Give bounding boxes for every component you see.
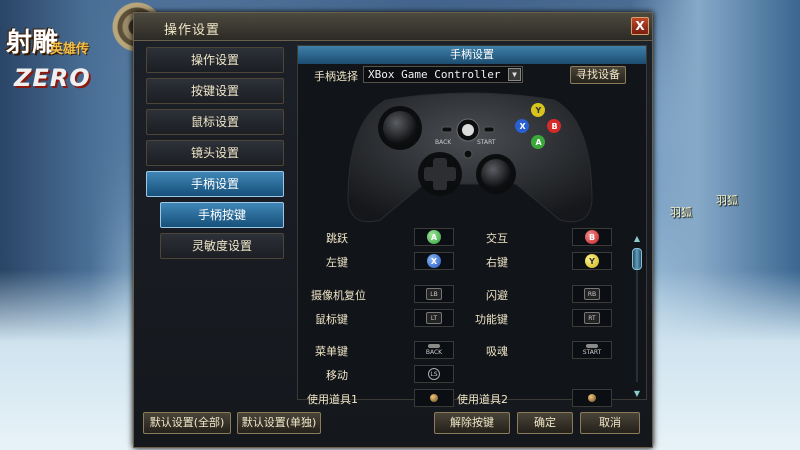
mapping-key-slot[interactable]: START [572, 341, 612, 359]
ok-button[interactable]: 确定 [517, 412, 573, 434]
mapping-label: 功能键 [475, 313, 508, 326]
sidebar-item-operation[interactable]: 操作设置 [146, 47, 284, 73]
scroll-down-icon[interactable]: ▼ [631, 389, 643, 399]
rb-trigger-icon: RB [584, 288, 600, 300]
close-button[interactable]: X [631, 17, 649, 35]
mapping-key-slot[interactable]: RT [572, 309, 612, 327]
y-button-icon: Y [585, 254, 599, 268]
chevron-down-icon[interactable]: ▼ [508, 68, 521, 81]
settings-sidebar: 操作设置 按键设置 鼠标设置 镜头设置 手柄设置 手柄按键 灵敏度设置 [142, 45, 292, 405]
sidebar-item-keybind[interactable]: 按键设置 [146, 78, 284, 104]
mapping-key-slot[interactable]: LS [414, 365, 454, 383]
mapping-key-slot[interactable]: B [572, 228, 612, 246]
panel-header: 手柄设置 [298, 46, 646, 64]
unbind-button[interactable]: 解除按键 [434, 412, 510, 434]
mapping-label: 鼠标键 [315, 313, 348, 326]
sidebar-item-camera[interactable]: 镜头设置 [146, 140, 284, 166]
item-dot-icon [588, 394, 596, 402]
a-letter: A [536, 138, 543, 147]
game-logo: 射雕 英雄传 ZERO [4, 18, 129, 98]
y-letter: Y [535, 106, 542, 115]
window-title: 操作设置 [164, 23, 221, 38]
sidebar-item-sensitivity[interactable]: 灵敏度设置 [160, 233, 284, 259]
back-button-icon [441, 126, 453, 133]
item-dot-icon [430, 394, 438, 402]
start-label: START [477, 139, 496, 146]
key-mapping-list: 跳跃 A 交互 B 左键 X 右键 Y 摄像机复位 LB 闪避 RB 鼠标键 L… [302, 226, 632, 407]
controller-select-label: 手柄选择 [314, 70, 358, 83]
logo-zero: ZERO [14, 64, 91, 92]
title-bar[interactable]: 操作设置 X [134, 13, 652, 41]
dpad-icon [418, 152, 462, 196]
mapping-label: 左键 [326, 256, 348, 269]
left-stick [383, 111, 417, 145]
find-device-button[interactable]: 寻找设备 [570, 66, 626, 84]
right-stick [481, 159, 511, 189]
mapping-label: 使用道具2 [457, 393, 508, 406]
mapping-scrollbar[interactable]: ▲ ▼ [631, 234, 643, 399]
mode-button-icon [463, 149, 473, 159]
start-button-icon: START [583, 344, 601, 356]
sidebar-item-gamepad-keys[interactable]: 手柄按键 [160, 202, 284, 228]
npc-name[interactable]: 羽狐 [716, 192, 738, 208]
mapping-label: 移动 [326, 369, 348, 382]
mapping-label: 闪避 [486, 289, 508, 302]
mapping-label: 跳跃 [326, 232, 348, 245]
mapping-label: 摄像机复位 [311, 289, 366, 302]
default-all-button[interactable]: 默认设置(全部) [143, 412, 231, 434]
controller-select-value: XBox Game Controller [368, 68, 501, 81]
mapping-key-slot[interactable]: Y [572, 252, 612, 270]
mapping-label: 吸魂 [486, 345, 508, 358]
sidebar-item-gamepad[interactable]: 手柄设置 [146, 171, 284, 197]
mapping-key-slot[interactable] [572, 389, 612, 407]
controller-select[interactable]: XBox Game Controller ▼ [363, 66, 523, 83]
default-single-button[interactable]: 默认设置(单独) [237, 412, 321, 434]
logo-subtitle: 英雄传 [50, 42, 90, 57]
rt-trigger-icon: RT [584, 312, 600, 324]
gamepad-panel: 手柄设置 手柄选择 XBox Game Controller ▼ 寻找设备 BA… [297, 45, 647, 407]
settings-window: 操作设置 X 操作设置 按键设置 鼠标设置 镜头设置 手柄设置 手柄按键 灵敏度… [133, 12, 653, 448]
mapping-key-slot[interactable]: RB [572, 285, 612, 303]
scroll-thumb[interactable] [632, 248, 642, 270]
back-label: BACK [435, 139, 452, 146]
scroll-up-icon[interactable]: ▲ [631, 234, 643, 244]
npc-name[interactable]: 羽狐 [670, 204, 692, 220]
b-button-icon: B [585, 230, 599, 244]
mapping-label: 菜单键 [315, 345, 348, 358]
cancel-button[interactable]: 取消 [580, 412, 640, 434]
left-stick-icon: LS [428, 368, 440, 380]
b-letter: B [552, 122, 558, 131]
x-letter: X [520, 122, 527, 131]
start-button-icon [483, 126, 495, 133]
gamepad-illustration: BACK START Y X B A [347, 92, 593, 223]
sidebar-item-mouse[interactable]: 鼠标设置 [146, 109, 284, 135]
mapping-label: 交互 [486, 232, 508, 245]
mapping-label: 右键 [486, 256, 508, 269]
mapping-label: 使用道具1 [307, 393, 358, 406]
